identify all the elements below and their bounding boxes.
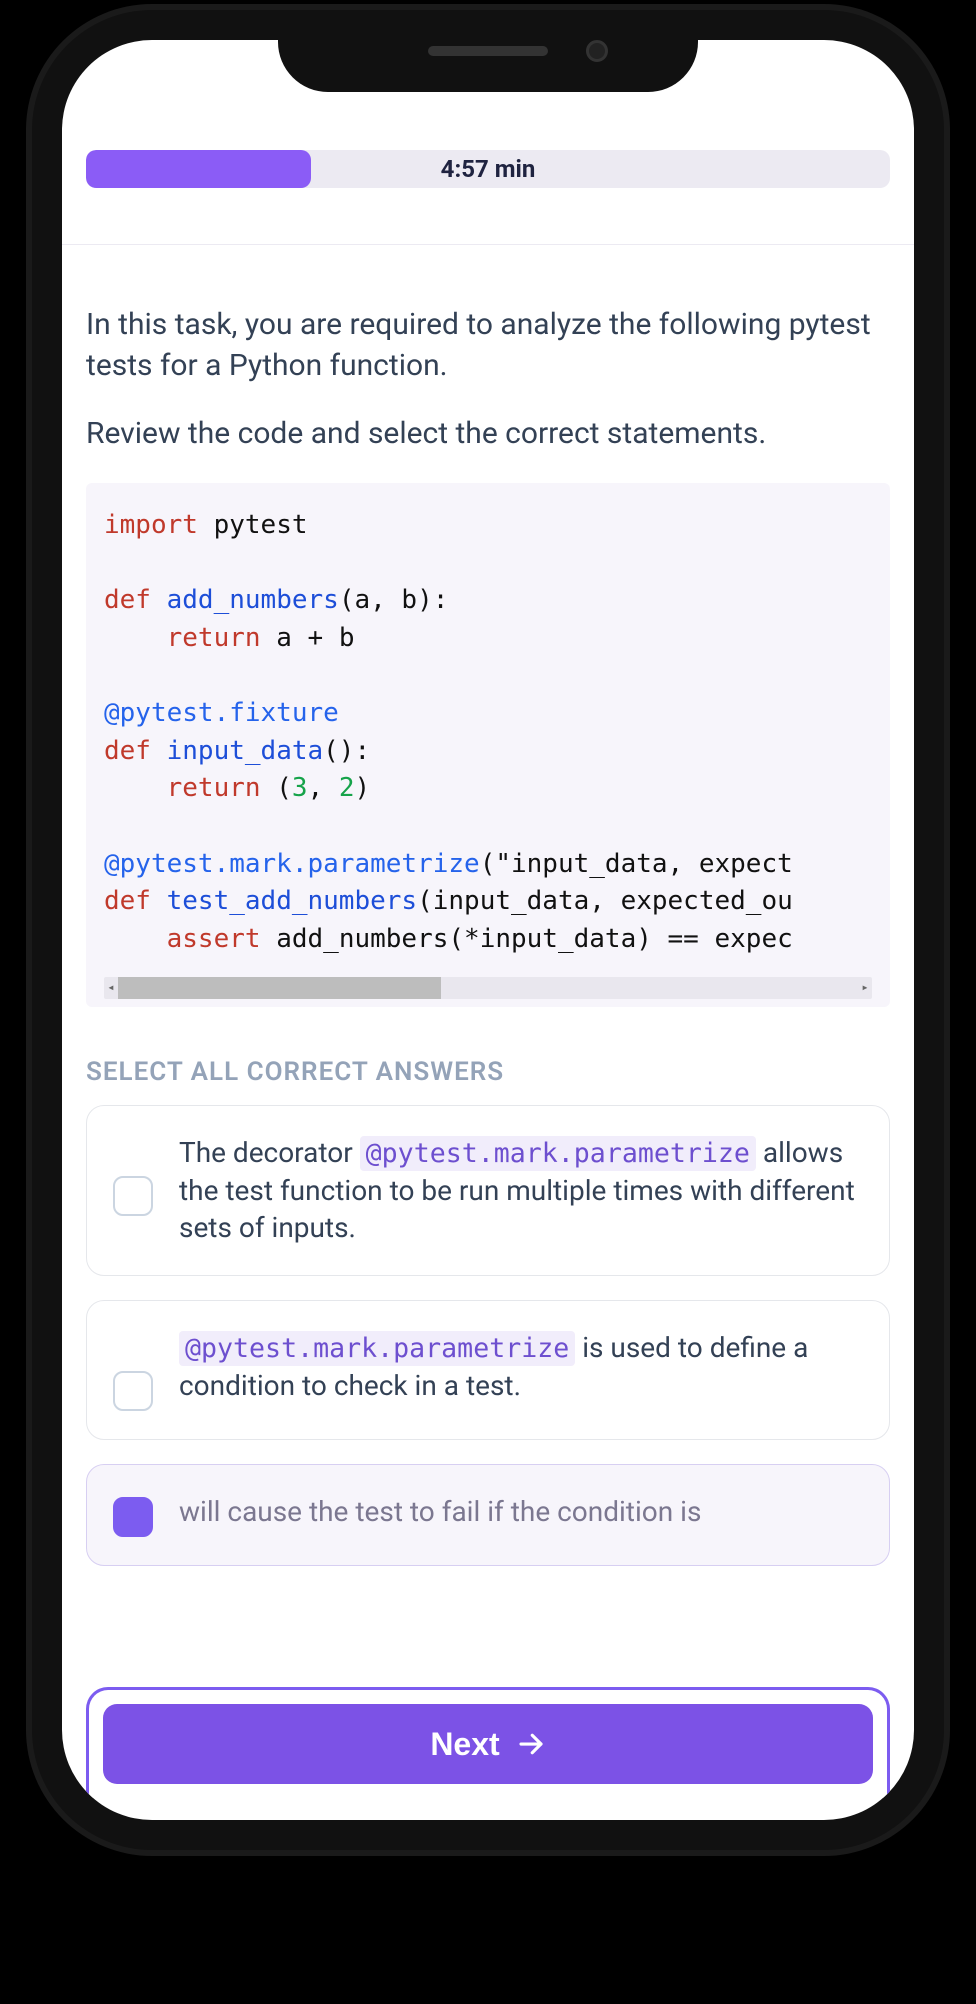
- timer-progress-bar: 4:57 min: [86, 150, 890, 188]
- answer-2-text: @pytest.mark.parametrize is used to defi…: [179, 1329, 863, 1405]
- code-token: [104, 773, 167, 803]
- next-button[interactable]: Next: [103, 1704, 873, 1784]
- code-token: ,: [308, 773, 339, 803]
- answer-3-text: will cause the test to fail if the condi…: [179, 1493, 701, 1531]
- code-token: a + b: [261, 623, 355, 653]
- code-token: "input_data, expect: [495, 849, 792, 879]
- code-token: return: [167, 623, 261, 653]
- code-token: [104, 623, 167, 653]
- answer-option-2[interactable]: @pytest.mark.parametrize is used to defi…: [86, 1300, 890, 1440]
- code-token: 3: [292, 773, 308, 803]
- scroll-left-arrow-icon[interactable]: ◂: [104, 977, 118, 999]
- code-horizontal-scrollbar[interactable]: ◂ ▸: [104, 977, 872, 999]
- code-token: (: [261, 773, 292, 803]
- code-token: (input_data, expected_ou: [417, 886, 793, 916]
- arrow-right-icon: [516, 1729, 546, 1759]
- code-token: test_add_numbers: [151, 886, 417, 916]
- scroll-right-arrow-icon[interactable]: ▸: [858, 977, 872, 999]
- code-token: ): [354, 773, 370, 803]
- answer-option-1[interactable]: The decorator @pytest.mark.parametrize a…: [86, 1105, 890, 1276]
- front-camera: [586, 40, 608, 62]
- timer-progress-fill: [86, 150, 311, 188]
- code-token: def: [104, 585, 151, 615]
- code-token: 2: [339, 773, 355, 803]
- code-token: add_numbers(*input_data) == expec: [261, 924, 793, 954]
- code-token: assert: [167, 924, 261, 954]
- code-token: @pytest.fixture: [104, 698, 339, 728]
- code-token: [104, 924, 167, 954]
- code-token: import: [104, 510, 198, 540]
- phone-screen: 4:57 min In this task, you are required …: [62, 40, 914, 1820]
- question-paragraph-2: Review the code and select the correct s…: [86, 414, 890, 455]
- answer-1-pre: The decorator: [179, 1136, 360, 1169]
- answer-2-checkbox[interactable]: [113, 1371, 153, 1411]
- question-text: In this task, you are required to analyz…: [86, 305, 890, 455]
- answer-3-checkbox[interactable]: [113, 1497, 153, 1537]
- question-paragraph-1: In this task, you are required to analyz…: [86, 305, 890, 386]
- answer-option-3[interactable]: will cause the test to fail if the condi…: [86, 1464, 890, 1566]
- code-token: ():: [323, 736, 370, 766]
- code-token: return: [167, 773, 261, 803]
- code-token: input_data: [151, 736, 323, 766]
- answer-1-code: @pytest.mark.parametrize: [360, 1136, 756, 1171]
- code-content: import pytest def add_numbers(a, b): ret…: [104, 507, 872, 959]
- phone-frame: 4:57 min In this task, you are required …: [32, 10, 944, 1850]
- code-token: pytest: [198, 510, 308, 540]
- timer-text: 4:57 min: [441, 155, 536, 183]
- answer-2-code: @pytest.mark.parametrize: [179, 1331, 575, 1366]
- code-token: def: [104, 736, 151, 766]
- scrollbar-thumb[interactable]: [118, 977, 441, 999]
- phone-notch: [278, 10, 698, 92]
- answer-1-text: The decorator @pytest.mark.parametrize a…: [179, 1134, 863, 1247]
- code-token: @pytest.mark.parametrize: [104, 849, 480, 879]
- next-button-label: Next: [430, 1726, 499, 1763]
- code-token: (: [480, 849, 496, 879]
- next-button-container: Next: [86, 1687, 890, 1798]
- code-token: add_numbers: [151, 585, 339, 615]
- answer-1-checkbox[interactable]: [113, 1176, 153, 1216]
- code-block: import pytest def add_numbers(a, b): ret…: [86, 483, 890, 1007]
- code-token: def: [104, 886, 151, 916]
- code-token: (a, b):: [339, 585, 449, 615]
- speaker-slot: [428, 46, 548, 56]
- answers-heading: SELECT ALL CORRECT ANSWERS: [86, 1057, 890, 1087]
